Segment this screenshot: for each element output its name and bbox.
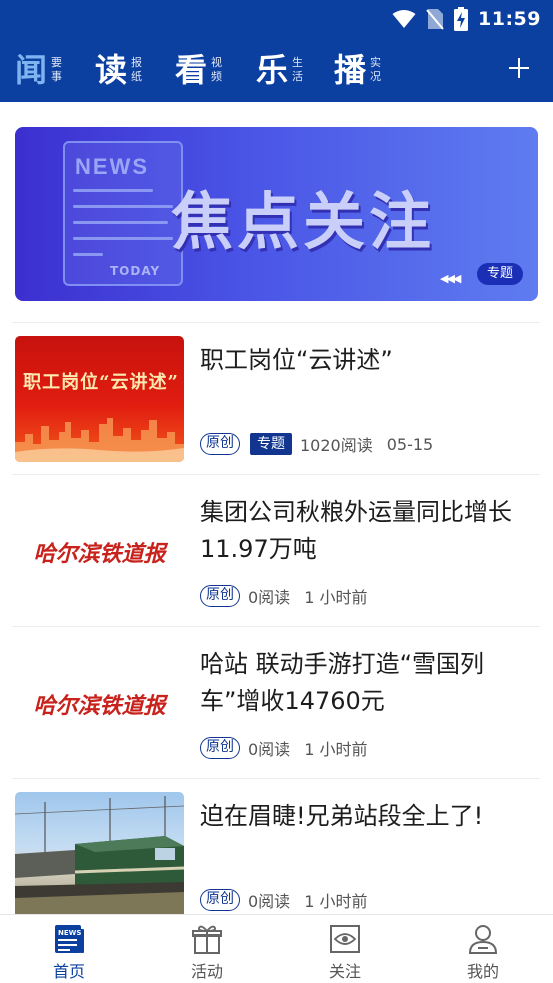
category-news-sub: 要 事 <box>51 56 62 84</box>
category-watch-sub-2: 频 <box>211 70 223 83</box>
publish-time: 1 小时前 <box>304 892 368 911</box>
category-life-sub: 生 活 <box>292 56 303 84</box>
tab-mine-label: 我的 <box>466 962 499 981</box>
divider <box>12 626 540 627</box>
category-live-sub: 实 况 <box>370 56 381 84</box>
divider <box>12 778 540 779</box>
newspaper-logo-text: 哈尔滨铁道报 <box>33 541 166 567</box>
original-badge: 原创 <box>200 737 240 759</box>
banner-line <box>73 253 103 256</box>
category-news-char: 闻 <box>15 51 48 89</box>
newspaper-logo-text: 哈尔滨铁道报 <box>33 693 166 719</box>
tab-activity[interactable]: 活动 <box>167 915 247 983</box>
category-live-sub-1: 实 <box>370 56 382 69</box>
publish-time: 1 小时前 <box>304 588 368 607</box>
gift-icon <box>192 925 222 954</box>
divider <box>12 474 540 475</box>
category-watch-sub-1: 视 <box>211 56 223 69</box>
battery-charging-icon <box>454 7 469 31</box>
category-news-sub-2: 事 <box>51 70 63 83</box>
arrows-icon: ◀◀◀ <box>440 272 461 285</box>
article-meta: 原创 0阅读 1 小时前 <box>200 888 367 912</box>
tab-activity-label: 活动 <box>190 962 223 981</box>
bottom-tab-bar: NEWS 首页 活动 关注 我的 <box>0 914 553 983</box>
category-read-sub: 报 纸 <box>131 56 142 84</box>
category-live-sub-2: 况 <box>370 70 382 83</box>
train-photo <box>15 796 184 918</box>
category-read-char: 读 <box>95 51 128 89</box>
article-item[interactable]: 哈尔滨铁道报 哈站 联动手游打造“雪国列车”增收14760元 原创 0阅读 1 … <box>15 640 540 770</box>
category-life-sub-2: 活 <box>292 70 304 83</box>
category-life-sub-1: 生 <box>292 56 304 69</box>
banner-line <box>73 189 153 192</box>
article-thumbnail <box>15 792 184 918</box>
status-icons: 11:59 <box>392 6 541 32</box>
article-meta: 原创 专题 1020阅读 05-15 <box>200 432 433 456</box>
top-bar: 11:59 闻 要 事 读 报 纸 看 视 频 乐 生 活 播 实 况 <box>0 0 553 102</box>
tab-mine[interactable]: 我的 <box>443 915 523 983</box>
wifi-icon <box>392 10 416 28</box>
no-sim-icon <box>426 9 444 30</box>
article-meta: 原创 0阅读 1 小时前 <box>200 584 367 608</box>
divider <box>12 322 540 323</box>
read-count: 0阅读 <box>248 588 291 607</box>
publish-time: 05-15 <box>386 434 434 454</box>
user-icon <box>468 925 498 954</box>
svg-text:NEWS: NEWS <box>58 929 81 937</box>
eye-icon <box>330 925 360 953</box>
publish-time: 1 小时前 <box>304 740 368 759</box>
article-title: 集团公司秋粮外运量同比增长11.97万吨 <box>200 498 512 563</box>
tab-follow-label: 关注 <box>328 962 361 981</box>
read-count: 1020阅读 <box>300 436 373 455</box>
category-live-char: 播 <box>334 51 367 89</box>
banner-line <box>73 205 173 208</box>
tab-home-label: 首页 <box>52 962 85 981</box>
skyline-graphic <box>15 418 184 462</box>
article-meta: 原创 0阅读 1 小时前 <box>200 736 367 760</box>
category-watch-char: 看 <box>175 51 208 89</box>
article-title: 职工岗位“云讲述” <box>200 346 393 374</box>
original-badge: 原创 <box>200 889 240 911</box>
category-read-sub-2: 纸 <box>131 70 143 83</box>
category-watch-sub: 视 频 <box>211 56 222 84</box>
banner-line <box>73 221 168 224</box>
banner-today-text: TODAY <box>110 264 161 278</box>
article-thumbnail: 哈尔滨铁道报 <box>15 640 184 766</box>
original-badge: 原创 <box>200 585 240 607</box>
category-watch[interactable]: 看 视 频 <box>175 42 222 98</box>
add-category-icon[interactable] <box>503 52 535 84</box>
article-thumbnail: 职工岗位“云讲述” <box>15 336 184 462</box>
read-count: 0阅读 <box>248 892 291 911</box>
category-life-char: 乐 <box>256 51 289 89</box>
banner-news-text: NEWS <box>75 154 149 179</box>
thumbnail-text: 职工岗位“云讲述” <box>23 372 179 393</box>
category-news[interactable]: 闻 要 事 <box>15 42 62 98</box>
category-read[interactable]: 读 报 纸 <box>95 42 142 98</box>
banner-title: 焦点关注 <box>171 185 436 258</box>
category-live[interactable]: 播 实 况 <box>334 42 381 98</box>
newspaper-icon: NEWS <box>55 925 84 953</box>
category-nav: 闻 要 事 读 报 纸 看 视 频 乐 生 活 播 实 况 <box>0 42 553 98</box>
category-life[interactable]: 乐 生 活 <box>256 42 303 98</box>
banner-topic-tag: 专题 <box>476 263 523 285</box>
article-title: 哈站 联动手游打造“雪国列车”增收14760元 <box>200 650 485 715</box>
status-time: 11:59 <box>478 8 541 30</box>
article-title: 迫在眉睫!兄弟站段全上了! <box>200 802 484 830</box>
category-read-sub-1: 报 <box>131 56 143 69</box>
tab-follow[interactable]: 关注 <box>305 915 385 983</box>
focus-banner[interactable]: NEWS TODAY 焦点关注 ◀◀◀ 专题 <box>15 127 538 301</box>
banner-line <box>73 237 173 240</box>
category-news-sub-1: 要 <box>51 56 63 69</box>
article-thumbnail: 哈尔滨铁道报 <box>15 488 184 614</box>
article-item[interactable]: 哈尔滨铁道报 集团公司秋粮外运量同比增长11.97万吨 原创 0阅读 1 小时前 <box>15 488 540 618</box>
article-item[interactable]: 迫在眉睫!兄弟站段全上了! 原创 0阅读 1 小时前 <box>15 792 540 922</box>
topic-badge: 专题 <box>250 433 292 455</box>
status-bar: 11:59 <box>0 0 553 38</box>
article-item[interactable]: 职工岗位“云讲述” 职工岗位“云讲述” 原创 专题 1020阅读 05-15 <box>15 336 540 466</box>
tab-home[interactable]: NEWS 首页 <box>29 915 109 983</box>
original-badge: 原创 <box>200 433 240 455</box>
read-count: 0阅读 <box>248 740 291 759</box>
